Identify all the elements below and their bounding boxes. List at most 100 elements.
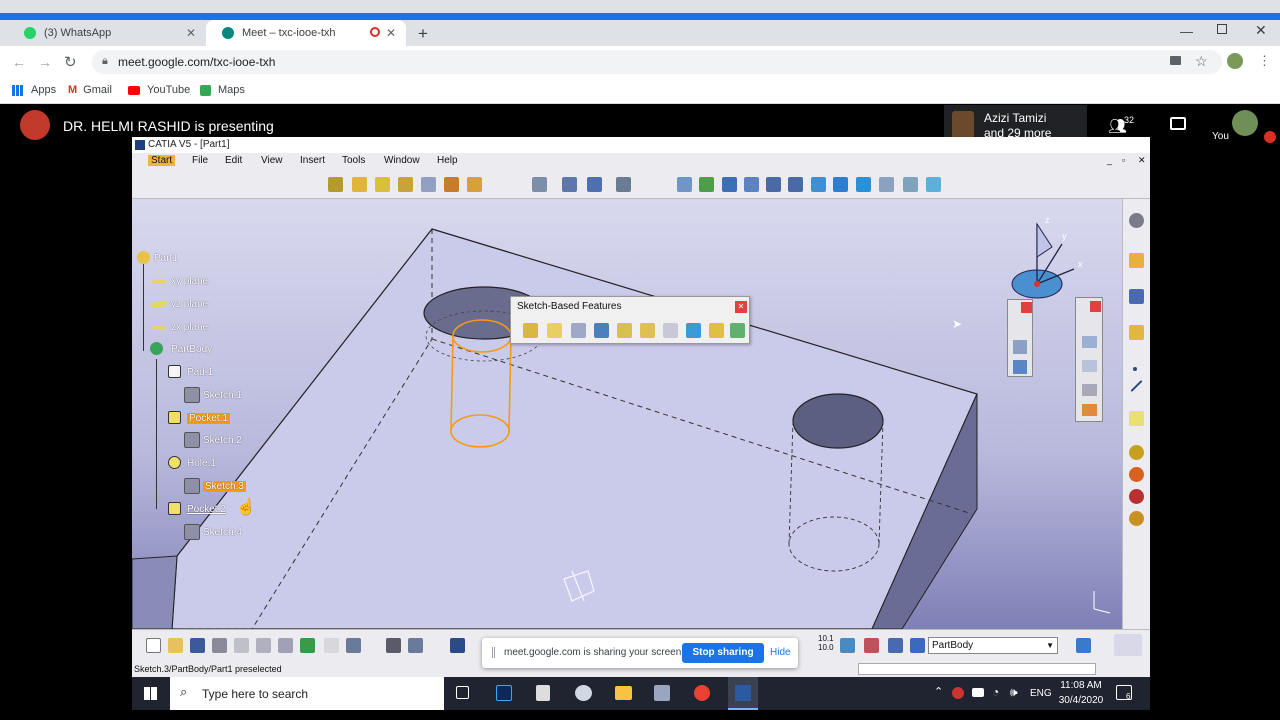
fit-all-icon[interactable] [699,177,714,192]
tree-item-pad1[interactable]: Pad.1 [187,367,213,378]
tree-item-pocket1[interactable]: Pocket.1 [187,413,230,424]
chat-icon[interactable] [1170,117,1186,130]
datum-icon[interactable] [1082,384,1097,396]
drag-handle-icon[interactable] [492,647,495,658]
zoom-out-icon[interactable] [788,177,803,192]
tab-whatsapp[interactable]: (3) WhatsApp ✕ [8,20,206,46]
text-icon[interactable] [1082,336,1097,348]
hole-tool-icon[interactable] [617,323,632,338]
plane-tool-icon[interactable] [1129,411,1144,426]
battery-icon[interactable] [972,688,984,697]
menu-edit[interactable]: Edit [225,155,242,166]
volume-icon[interactable]: 🕪︎ [1010,685,1018,700]
print-icon[interactable] [212,638,227,653]
catia-min-button[interactable]: _ [1107,155,1112,165]
command-input[interactable] [858,663,1096,675]
bookmark-youtube[interactable]: YouTube [128,84,190,96]
hide-button[interactable]: Hide [770,647,791,658]
gear-tool-icon[interactable] [1129,489,1144,504]
tree-item-sketch2[interactable]: Sketch.2 [203,435,242,446]
iso-view-icon[interactable] [833,177,848,192]
menu-help[interactable]: Help [437,155,458,166]
new-tab-button[interactable]: + [418,24,428,44]
measure-icon[interactable] [532,177,547,192]
bookmark-gmail[interactable]: M Gmail [68,84,112,96]
close-tab-icon[interactable]: ✕ [386,26,396,40]
gear-tool-icon[interactable] [1129,467,1144,482]
chrome-icon[interactable] [694,685,710,701]
shaft-icon[interactable] [398,177,413,192]
target-icon[interactable] [444,177,459,192]
windows-start-icon[interactable] [144,687,157,700]
tree-item-sketch1[interactable]: Sketch.1 [203,390,242,401]
formula-icon[interactable] [386,638,401,653]
select-icon[interactable] [616,177,631,192]
new-icon[interactable] [146,638,161,653]
flag-icon[interactable] [1082,360,1097,372]
catia-restore-button[interactable]: ▫ [1122,155,1125,165]
plane-icon[interactable] [467,177,482,192]
tree-item-sketch4[interactable]: Sketch.4 [203,527,242,538]
menu-view[interactable]: View [261,155,283,166]
settings-icon[interactable] [1129,213,1144,228]
chevron-up-icon[interactable]: ⌃ [934,685,943,698]
menu-tools[interactable]: Tools [342,155,365,166]
pan-icon[interactable] [722,177,737,192]
undo-icon[interactable] [300,638,315,653]
rotate-icon[interactable] [744,177,759,192]
stop-sharing-button[interactable]: Stop sharing [682,643,764,663]
menu-file[interactable]: File [192,155,208,166]
rib-tool-icon[interactable] [640,323,655,338]
photoshop-icon[interactable] [496,685,512,701]
taskbar-search-box[interactable]: ⌕ Type here to search [170,677,444,710]
remove-loft-tool-icon[interactable] [730,323,745,338]
line-icon[interactable] [1130,379,1143,393]
back-icon[interactable]: ← [12,54,26,70]
3d-viewport[interactable]: z y x Part1 xy plane yz plane zx plane P… [132,199,1122,629]
tree-item-pocket2[interactable]: Pocket.2 [187,504,226,515]
shading-icon[interactable] [856,177,871,192]
save-icon[interactable] [190,638,205,653]
profile-avatar[interactable] [1227,53,1243,69]
cut-icon[interactable] [234,638,249,653]
groove-tool-icon[interactable] [594,323,609,338]
fly-icon[interactable] [677,177,692,192]
tree-item-yz-plane[interactable]: yz plane [171,299,208,310]
layers-icon[interactable] [1129,325,1144,340]
point-icon[interactable] [1133,367,1137,371]
bookmark-star-icon[interactable]: ☆ [1195,53,1208,70]
bookmark-apps[interactable]: Apps [12,84,56,96]
menu-start[interactable]: Start [148,155,176,166]
select-arrow-icon[interactable] [1129,253,1144,268]
analysis-icon[interactable] [840,638,855,653]
pocket-icon[interactable] [375,177,390,192]
pad-tool-icon[interactable] [523,323,538,338]
table-icon[interactable] [450,638,465,653]
gear-tool-icon[interactable] [1129,511,1144,526]
stiffener-tool-icon[interactable] [686,323,701,338]
clock-date[interactable]: 30/4/2020 [1054,695,1108,706]
catia-taskbar-button[interactable] [728,677,758,710]
sketch-analysis-icon[interactable] [910,638,925,653]
bookmark-maps[interactable]: Maps [200,84,245,96]
grid-icon[interactable] [421,177,436,192]
app-icon[interactable] [575,685,592,701]
open-icon[interactable] [168,638,183,653]
reload-icon[interactable]: ↻ [64,53,77,71]
part-body-icon[interactable] [328,177,343,192]
tree-item-part1[interactable]: Part1 [154,253,178,264]
tab-meet[interactable]: Meet – txc-iooe-txh ✕ [206,20,406,46]
constraint-icon[interactable] [562,177,577,192]
zoom-in-icon[interactable] [766,177,781,192]
close-tab-icon[interactable]: ✕ [186,26,196,40]
tree-item-hole1[interactable]: Hole.1 [187,458,216,469]
gear-tool-icon[interactable] [1129,445,1144,460]
minimize-button[interactable]: — [1180,24,1193,39]
task-view-icon[interactable] [456,686,469,699]
body-selector[interactable]: PartBody ▼ [928,637,1058,654]
address-bar[interactable]: 🔒︎ meet.google.com/txc-iooe-txh [92,50,1222,74]
material-icon[interactable] [926,177,941,192]
annotation-icon[interactable] [1082,404,1097,416]
swap-icon[interactable] [903,177,918,192]
sketcher-icon[interactable] [1129,289,1144,304]
